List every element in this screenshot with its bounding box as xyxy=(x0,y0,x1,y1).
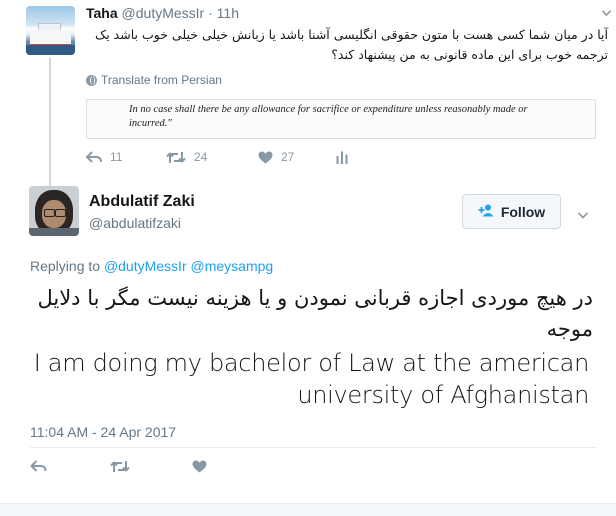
parent-like-button[interactable]: 27 xyxy=(258,150,336,164)
parent-separator: · xyxy=(208,5,213,21)
chevron-down-icon[interactable] xyxy=(578,206,588,224)
main-action-bar xyxy=(30,457,207,475)
footer-area xyxy=(0,503,616,516)
parent-author-name[interactable]: Taha xyxy=(86,5,118,21)
divider xyxy=(30,447,596,448)
heart-icon xyxy=(258,151,273,164)
tweet-text-persian: در هیچ موردی اجازه قربانی نمودن و یا هزی… xyxy=(37,286,593,341)
tweet-text-english: I am doing my bachelor of Law at the ame… xyxy=(33,349,590,409)
parent-retweet-count: 24 xyxy=(194,150,208,164)
parent-tweet-text: آیا در میان شما کسی هست با متون حقوقی ان… xyxy=(95,27,608,62)
replying-to-line: Replying to @dutyMessIr @meysampg xyxy=(30,258,273,274)
add-user-icon xyxy=(478,204,495,220)
translate-label: Translate from Persian xyxy=(101,73,222,87)
author-name[interactable]: Abdulatif Zaki xyxy=(89,193,195,211)
parent-attached-image[interactable]: In no case shall there be any allowance … xyxy=(86,99,596,139)
parent-reply-count: 11 xyxy=(110,150,123,164)
parent-analytics-button[interactable] xyxy=(336,151,349,164)
parent-timestamp[interactable]: 11h xyxy=(217,5,239,21)
replying-to-label: Replying to xyxy=(30,258,101,274)
retweet-icon xyxy=(166,151,186,164)
replying-to-mentions[interactable]: @dutyMessIr @meysampg xyxy=(104,258,273,274)
follow-label: Follow xyxy=(500,203,546,220)
globe-icon xyxy=(86,74,97,86)
analytics-icon xyxy=(336,151,349,164)
reply-icon xyxy=(30,459,47,473)
tweet-timestamp[interactable]: 11:04 AM - 24 Apr 2017 xyxy=(30,424,176,440)
parent-author-handle[interactable]: @dutyMessIr xyxy=(122,5,205,21)
parent-retweet-button[interactable]: 24 xyxy=(166,150,258,164)
parent-action-bar: 11 24 27 xyxy=(86,148,349,166)
chevron-down-icon[interactable] xyxy=(602,10,611,18)
parent-avatar[interactable] xyxy=(26,6,75,55)
follow-button[interactable]: Follow xyxy=(462,194,561,229)
attached-image-text: In no case shall there be any allowance … xyxy=(129,104,528,129)
translate-link[interactable]: Translate from Persian xyxy=(86,73,222,87)
like-button[interactable] xyxy=(192,460,207,473)
author-avatar[interactable] xyxy=(29,186,79,236)
heart-icon xyxy=(192,460,207,473)
parent-reply-button[interactable]: 11 xyxy=(86,150,166,164)
retweet-button[interactable] xyxy=(110,460,192,473)
retweet-icon xyxy=(110,460,130,473)
author-handle[interactable]: @abdulatifzaki xyxy=(89,215,181,231)
parent-tweet-header: Taha @dutyMessIr · 11h xyxy=(86,5,239,21)
reply-button[interactable] xyxy=(30,459,110,473)
thread-connector-line xyxy=(49,58,51,188)
parent-like-count: 27 xyxy=(281,150,295,164)
reply-icon xyxy=(86,150,102,164)
